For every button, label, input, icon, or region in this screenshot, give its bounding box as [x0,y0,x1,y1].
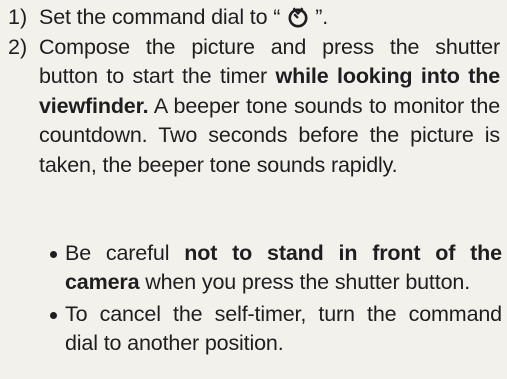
step-2: 2) Compose the picture and press the shu… [8,33,500,180]
manual-page: 1) Set the command dial to “ ”. 2) Compo… [0,0,507,379]
bullet-dot-icon [50,311,57,319]
note-item-cancel: To cancel the self-timer, turn the comma… [50,300,502,359]
step-1: 1) Set the command dial to “ ”. [8,3,500,32]
note-1-text-part2: when you press the shut­ter button. [139,270,471,295]
step-1-text: Set the command dial to “ ”. [39,3,500,32]
step-1-number: 1) [8,5,28,29]
note-1-text-part1: Be careful [65,241,185,265]
step-1-text-before: Set the command dial to “ [39,5,281,29]
self-timer-icon [288,7,308,28]
step-2-number: 2) [8,35,28,59]
step-1-text-after: ”. [315,5,329,29]
bullet-dot-icon [50,251,57,258]
note-2-text: To cancel the self-timer, turn the comma… [65,301,502,356]
step-2-text: Compose the picture and press the shut­t… [39,33,500,180]
notes-list: Be careful not to stand in front of the … [50,239,502,361]
note-item-standing: Be careful not to stand in front of the … [50,239,502,298]
